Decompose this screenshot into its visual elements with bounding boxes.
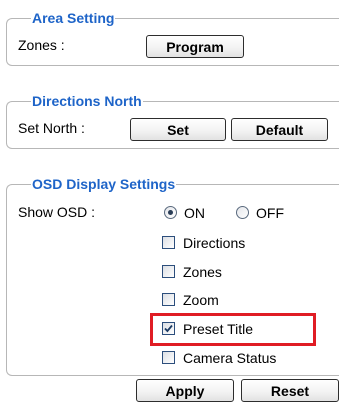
reset-button[interactable]: Reset	[241, 379, 339, 402]
directions-checkbox-label: Directions	[183, 235, 246, 251]
program-button[interactable]: Program	[146, 35, 244, 58]
directions-north-group: Directions North Set North : Set Default	[6, 92, 339, 149]
directions-checkbox[interactable]	[162, 236, 175, 249]
osd-off-radio[interactable]	[236, 206, 249, 219]
osd-display-group: OSD Display Settings Show OSD : ON OFF D…	[6, 175, 339, 376]
area-setting-group: Area Setting Zones : Program	[6, 9, 339, 66]
osd-off-label: OFF	[256, 205, 284, 221]
directions-north-legend: Directions North	[31, 92, 143, 110]
checkmark-icon	[164, 324, 173, 333]
osd-on-radio[interactable]	[164, 206, 177, 219]
area-setting-legend: Area Setting	[31, 9, 116, 27]
zoom-checkbox-label: Zoom	[183, 292, 219, 308]
camera-status-checkbox[interactable]	[162, 351, 175, 364]
zones-checkbox-label: Zones	[183, 264, 222, 280]
set-north-label: Set North :	[18, 120, 85, 136]
apply-button[interactable]: Apply	[136, 379, 234, 402]
preset-title-checkbox-label: Preset Title	[183, 321, 254, 337]
osd-display-legend: OSD Display Settings	[31, 175, 177, 193]
radio-selected-dot	[168, 210, 173, 215]
default-button[interactable]: Default	[231, 118, 328, 141]
osd-on-label: ON	[184, 205, 205, 221]
preset-title-checkbox[interactable]	[162, 322, 175, 335]
set-button[interactable]: Set	[130, 118, 226, 141]
settings-panel: Area Setting Zones : Program Directions …	[0, 0, 339, 403]
zones-label: Zones :	[18, 37, 65, 53]
show-osd-label: Show OSD :	[18, 204, 96, 220]
zones-checkbox[interactable]	[162, 265, 175, 278]
zoom-checkbox[interactable]	[162, 293, 175, 306]
camera-status-checkbox-label: Camera Status	[183, 350, 277, 366]
